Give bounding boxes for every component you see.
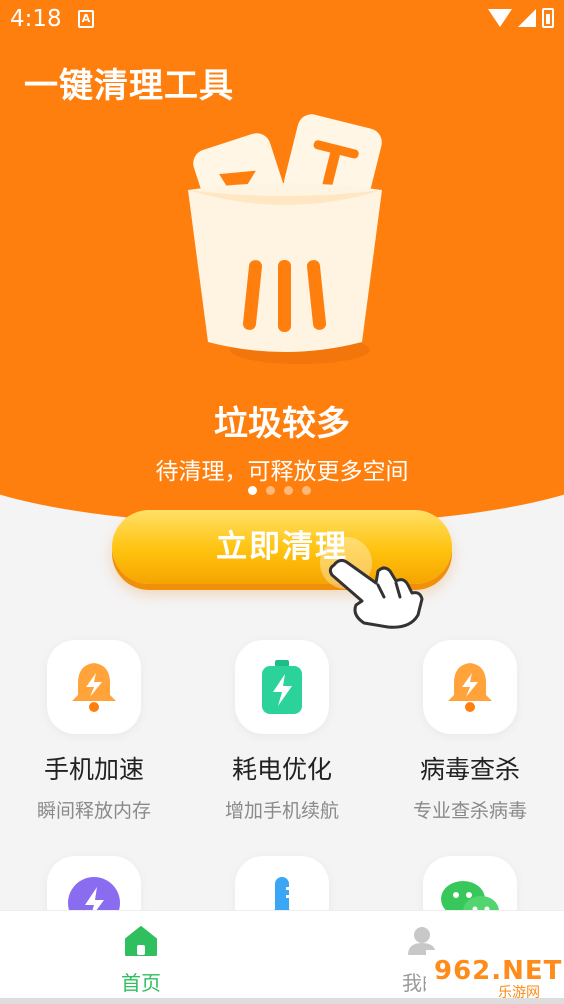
bell-lightning-icon — [423, 640, 517, 734]
hero-headline: 垃圾较多 — [214, 404, 350, 444]
battery-charge-icon — [235, 640, 329, 734]
hero-subline: 待清理，可释放更多空间 — [155, 459, 409, 485]
tool-tile-virus-scan[interactable]: 病毒查杀 专业查杀病毒 — [376, 640, 564, 823]
tool-title: 耗电优化 — [231, 755, 332, 784]
carousel-dot[interactable] — [302, 486, 311, 495]
status-indicators — [488, 8, 554, 28]
tool-subtitle: 瞬间释放内存 — [36, 800, 151, 822]
carousel-dots — [248, 486, 311, 495]
tap-hand-icon — [320, 537, 424, 629]
notification-icon: A — [78, 10, 94, 28]
wifi-icon — [488, 9, 512, 27]
carousel-dot[interactable] — [248, 486, 257, 495]
tool-title: 病毒查杀 — [419, 755, 520, 784]
tool-tile-power-optimize[interactable]: 耗电优化 增加手机续航 — [188, 640, 376, 823]
battery-icon — [542, 8, 554, 28]
app-screen: 4:18 A 一键清理工具 垃圾较多 待清理，可释放更多空间 立即清理 手机加速… — [0, 0, 564, 1004]
cell-signal-icon — [518, 9, 536, 27]
tab-home[interactable]: 首页 — [81, 925, 201, 996]
tool-subtitle: 专业查杀病毒 — [412, 800, 527, 822]
status-bar: 4:18 A — [0, 0, 564, 38]
trash-can-icon — [188, 114, 382, 364]
home-icon — [125, 926, 157, 956]
tool-tile-phone-boost[interactable]: 手机加速 瞬间释放内存 — [0, 640, 188, 823]
tool-title: 手机加速 — [43, 755, 144, 784]
tool-subtitle: 增加手机续航 — [224, 800, 339, 822]
tab-label-home: 首页 — [121, 971, 161, 995]
site-watermark: 962.NET 乐游网 — [426, 950, 561, 1001]
carousel-dot[interactable] — [284, 486, 293, 495]
bell-lightning-icon — [47, 640, 141, 734]
carousel-dot[interactable] — [266, 486, 275, 495]
status-time: 4:18 — [10, 6, 62, 32]
page-title: 一键清理工具 — [24, 66, 234, 106]
bottom-strip — [0, 998, 564, 1004]
